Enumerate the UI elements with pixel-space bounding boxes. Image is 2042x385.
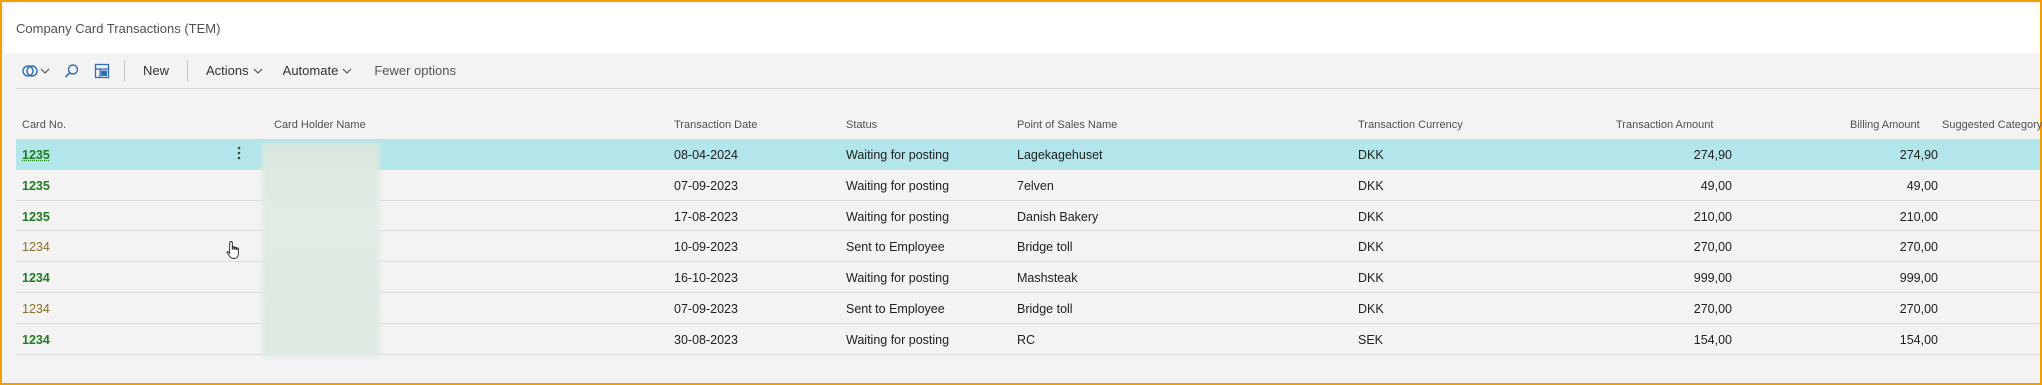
- card-no-link[interactable]: 1234: [22, 333, 50, 347]
- card-no-link[interactable]: 1234: [22, 302, 50, 316]
- billing-cell: 999,00: [1899, 271, 1938, 286]
- currency-cell: DKK: [1358, 301, 1384, 316]
- more-options-icon[interactable]: [236, 145, 242, 161]
- status-cell: Waiting for posting: [846, 271, 950, 286]
- pos-cell: Mashsteak: [1017, 271, 1078, 286]
- toolbar-divider: [187, 59, 189, 82]
- card-no-link[interactable]: 1235: [22, 148, 50, 162]
- billing-cell: 270,00: [1899, 301, 1938, 316]
- action-toolbar: New Actions Automate Fewer options: [16, 53, 2040, 89]
- billing-cell: 274,90: [1899, 148, 1938, 162]
- hand-cursor-icon: [226, 241, 239, 259]
- currency-cell: DKK: [1358, 178, 1384, 193]
- status-cell: Waiting for posting: [846, 178, 950, 193]
- col-card-no[interactable]: Card No.: [22, 119, 66, 131]
- status-cell: Waiting for posting: [846, 209, 950, 224]
- col-point-of-sales-name[interactable]: Point of Sales Name: [1017, 119, 1117, 131]
- currency-cell: DKK: [1358, 209, 1384, 224]
- date-cell: 10-09-2023: [674, 240, 738, 255]
- card-no-link[interactable]: 1235: [22, 210, 50, 224]
- currency-cell: DKK: [1358, 271, 1384, 286]
- billing-cell: 49,00: [1906, 178, 1938, 193]
- date-cell: 07-09-2023: [674, 301, 738, 316]
- status-cell: Waiting for posting: [846, 148, 950, 162]
- date-cell: 16-10-2023: [674, 271, 738, 286]
- currency-cell: DKK: [1358, 148, 1384, 162]
- actions-menu-button[interactable]: Actions: [200, 57, 269, 85]
- layout-icon[interactable]: [94, 59, 110, 83]
- card-holder-name-redaction: [262, 143, 380, 357]
- status-cell: Sent to Employee: [846, 301, 945, 316]
- title-bar: Company Card Transactions (TEM): [4, 4, 2040, 53]
- pos-cell: Lagekagehuset: [1017, 148, 1103, 162]
- card-no-link[interactable]: 1235: [22, 179, 50, 193]
- toolbar-divider: [124, 59, 125, 82]
- amount-cell: 270,00: [1693, 240, 1732, 255]
- billing-cell: 154,00: [1899, 332, 1938, 347]
- col-transaction-currency[interactable]: Transaction Currency: [1358, 119, 1463, 131]
- amount-cell: 210,00: [1693, 209, 1732, 224]
- col-card-holder-name[interactable]: Card Holder Name: [274, 119, 366, 131]
- date-cell: 17-08-2023: [674, 209, 738, 224]
- pos-cell: 7elven: [1017, 178, 1054, 193]
- amount-cell: 999,00: [1693, 271, 1732, 286]
- currency-cell: SEK: [1358, 332, 1384, 347]
- amount-cell: 270,00: [1693, 301, 1732, 316]
- pos-cell: Danish Bakery: [1017, 209, 1099, 224]
- app-frame: Company Card Transactions (TEM) New Acti…: [0, 0, 2042, 385]
- status-cell: Sent to Employee: [846, 240, 945, 255]
- automate-label: Automate: [282, 63, 339, 78]
- pos-cell: Bridge toll: [1017, 301, 1073, 316]
- col-suggested-category[interactable]: Suggested Category: [1942, 119, 2042, 131]
- billing-cell: 270,00: [1899, 240, 1938, 255]
- amount-cell: 274,90: [1693, 148, 1732, 162]
- amount-cell: 49,00: [1700, 178, 1732, 193]
- status-cell: Waiting for posting: [846, 332, 950, 347]
- fewer-options-button[interactable]: Fewer options: [366, 63, 464, 78]
- currency-cell: DKK: [1358, 240, 1384, 255]
- pos-cell: RC: [1017, 332, 1036, 347]
- new-button[interactable]: New: [137, 57, 175, 85]
- billing-cell: 210,00: [1899, 209, 1938, 224]
- col-status[interactable]: Status: [846, 119, 877, 131]
- date-cell: 08-04-2024: [674, 148, 738, 162]
- col-transaction-date[interactable]: Transaction Date: [674, 119, 757, 131]
- grid-header: Card No. Card Holder Name Transaction Da…: [16, 110, 2042, 138]
- copilot-icon[interactable]: [22, 59, 38, 83]
- date-cell: 30-08-2023: [674, 332, 738, 347]
- card-no-link[interactable]: 1234: [22, 271, 50, 285]
- col-transaction-amount[interactable]: Transaction Amount: [1616, 119, 1713, 131]
- page-title: Company Card Transactions (TEM): [16, 21, 221, 36]
- chevron-down-icon: [342, 68, 352, 74]
- date-cell: 07-09-2023: [674, 178, 738, 193]
- chevron-down-icon[interactable]: [40, 59, 50, 83]
- chevron-down-icon: [253, 68, 263, 74]
- card-no-link[interactable]: 1234: [22, 240, 50, 254]
- amount-cell: 154,00: [1693, 332, 1732, 347]
- search-icon[interactable]: [64, 59, 80, 83]
- pos-cell: Bridge toll: [1017, 240, 1073, 255]
- actions-label: Actions: [206, 63, 249, 78]
- col-billing-amount[interactable]: Billing Amount: [1850, 119, 1920, 131]
- automate-menu-button[interactable]: Automate: [277, 57, 359, 85]
